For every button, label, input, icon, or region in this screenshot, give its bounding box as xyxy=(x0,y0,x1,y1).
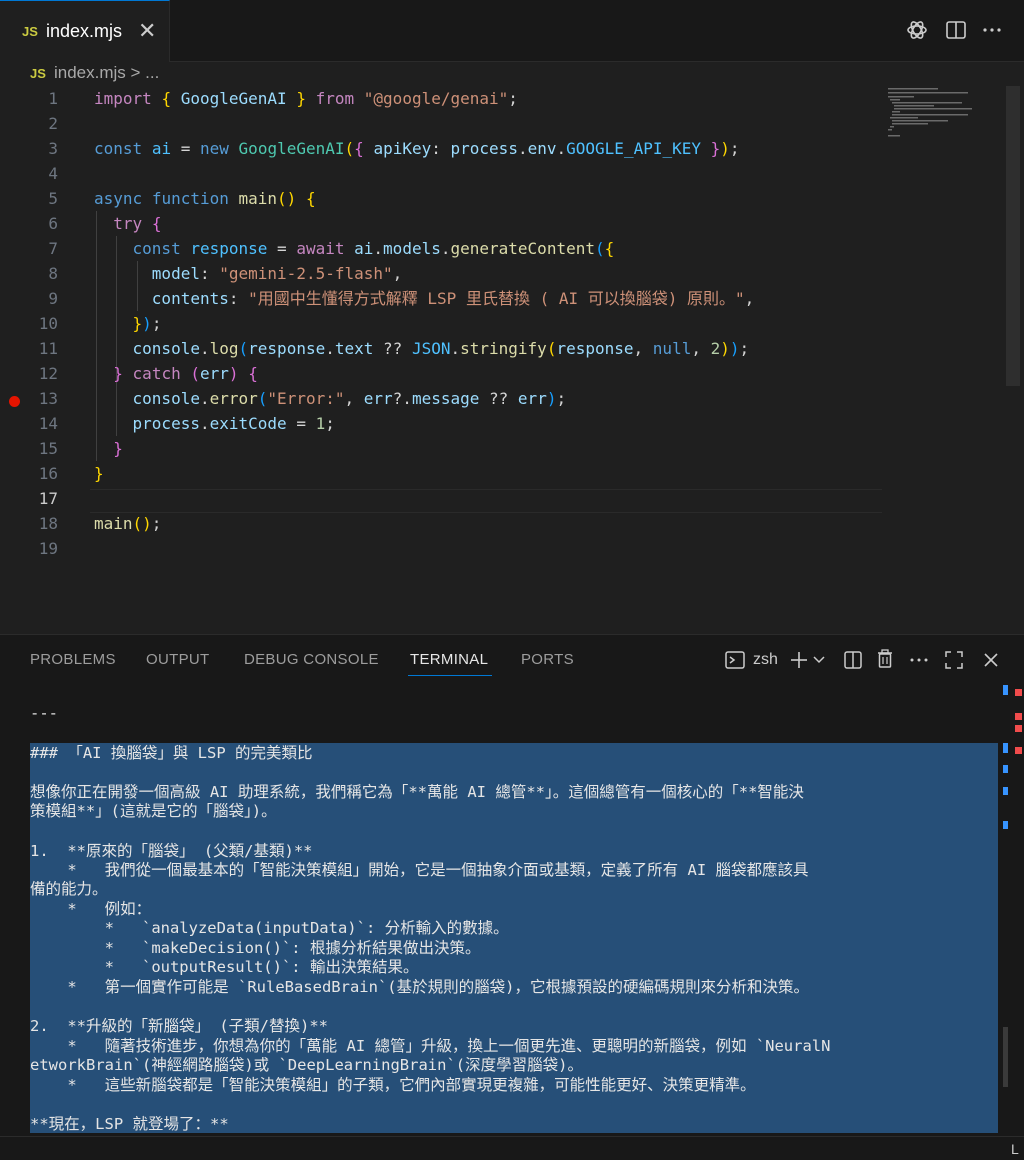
bottom-panel: PROBLEMS OUTPUT DEBUG CONSOLE TERMINAL P… xyxy=(0,634,1024,1160)
terminal-scrollbar[interactable] xyxy=(1000,681,1024,1133)
tab-debug-console[interactable]: DEBUG CONSOLE xyxy=(244,651,379,668)
close-icon[interactable]: ✕ xyxy=(138,18,156,44)
line-number: 15 xyxy=(38,439,58,458)
scroll-marker xyxy=(1003,787,1008,795)
chevron-down-icon[interactable] xyxy=(812,653,826,667)
code-editor[interactable]: 1 import { GoogleGenAI } from "@google/ge… xyxy=(0,86,1024,634)
line-number: 16 xyxy=(38,464,58,483)
tab-output[interactable]: OUTPUT xyxy=(146,651,209,668)
scroll-marker xyxy=(1003,765,1008,773)
code-line: contents: "用國中生懂得方式解釋 LSP 里氏替換 ( AI 可以換腦… xyxy=(151,289,755,308)
more-actions-icon[interactable] xyxy=(980,18,1004,42)
line-number: 9 xyxy=(48,289,58,308)
code-line: const ai = new GoogleGenAI({ apiKey: pro… xyxy=(94,139,740,158)
line-number: 10 xyxy=(38,314,58,333)
code-line: import { GoogleGenAI } from "@google/gen… xyxy=(94,89,518,108)
terminal-line: * `analyzeData(inputData)`: 分析輸入的數據。 xyxy=(30,919,509,937)
terminal-line: --- xyxy=(30,704,58,722)
split-editor-icon[interactable] xyxy=(944,18,968,42)
active-tab-indicator xyxy=(408,675,492,676)
code-line: console.error("Error:", err?.message ?? … xyxy=(132,389,567,408)
scroll-marker xyxy=(1003,685,1008,695)
close-panel-icon[interactable] xyxy=(980,649,1002,671)
line-number: 2 xyxy=(48,114,58,133)
scroll-marker xyxy=(1003,743,1008,753)
line-number: 6 xyxy=(48,214,58,233)
line-number: 1 xyxy=(48,89,58,108)
terminal-line: 1. **原來的「腦袋」 (父類/基類)** xyxy=(30,842,313,860)
terminal-icon xyxy=(725,651,745,669)
terminal-output[interactable]: --- ### 「AI 換腦袋」與 LSP 的完美類比 想像你正在開發一個高級 … xyxy=(0,699,1000,1133)
terminal-line: 想像你正在開發一個高級 AI 助理系統，我們稱它為「**萬能 AI 總管**」。… xyxy=(30,783,804,801)
line-number: 13 xyxy=(38,389,58,408)
tab-index-mjs[interactable]: JS index.mjs ✕ xyxy=(0,0,170,62)
line-number: 5 xyxy=(48,189,58,208)
editor-tab-bar: JS index.mjs ✕ xyxy=(0,0,1024,62)
code-line: } xyxy=(94,464,104,483)
js-file-icon: JS xyxy=(30,66,46,81)
line-number: 3 xyxy=(48,139,58,158)
js-file-icon: JS xyxy=(22,24,38,39)
code-line: const response = await ai.models.generat… xyxy=(132,239,615,258)
scroll-marker xyxy=(1015,747,1022,754)
line-number: 4 xyxy=(48,164,58,183)
minimap[interactable] xyxy=(886,86,1006,146)
line-number: 11 xyxy=(38,339,58,358)
tab-title: index.mjs xyxy=(46,21,123,41)
scroll-thumb[interactable] xyxy=(1003,1027,1008,1087)
openai-icon[interactable] xyxy=(905,18,929,42)
tab-ports[interactable]: PORTS xyxy=(521,651,574,668)
line-number: 17 xyxy=(38,489,58,508)
terminal-line: * `makeDecision()`: 根據分析結果做出決策。 xyxy=(30,939,481,957)
tab-terminal[interactable]: TERMINAL xyxy=(410,651,488,668)
scroll-marker xyxy=(1015,713,1022,720)
terminal-line: * 這些新腦袋都是「智能決策模組」的子類，它們內部實現更複雜，可能性能更好、決策… xyxy=(30,1076,756,1094)
terminal-line: etworkBrain`(神經網路腦袋)或 `DeepLearningBrain… xyxy=(30,1056,583,1074)
code-line: } xyxy=(113,439,123,458)
terminal-line: * 第一個實作可能是 `RuleBasedBrain`(基於規則的腦袋)，它根據… xyxy=(30,978,809,996)
terminal-line: * 我們從一個最基本的「智能決策模組」開始，它是一個抽象介面或基類，定義了所有 … xyxy=(30,861,809,879)
line-number: 19 xyxy=(38,539,58,558)
terminal-line: * `outputResult()`: 輸出決策結果。 xyxy=(30,958,419,976)
line-number: 14 xyxy=(38,414,58,433)
more-actions-icon[interactable] xyxy=(908,649,930,671)
status-indicator: L xyxy=(1011,1141,1019,1157)
shell-name[interactable]: zsh xyxy=(753,651,778,669)
tab-problems[interactable]: PROBLEMS xyxy=(30,651,116,668)
status-bar: L xyxy=(0,1136,1024,1160)
code-line: }); xyxy=(132,314,162,333)
terminal-line: **現在，LSP 就登場了：** xyxy=(30,1115,229,1133)
code-line: model: "gemini-2.5-flash", xyxy=(151,264,403,283)
line-number: 8 xyxy=(48,264,58,283)
code-line: } catch (err) { xyxy=(113,364,258,383)
code-line: try { xyxy=(113,214,162,233)
line-number: 18 xyxy=(38,514,58,533)
split-terminal-icon[interactable] xyxy=(842,649,864,671)
terminal-line: 2. **升級的「新腦袋」 (子類/替換)** xyxy=(30,1017,328,1035)
terminal-line: 策模組**」(這就是它的「腦袋」)。 xyxy=(30,802,277,820)
code-line: process.exitCode = 1; xyxy=(132,414,335,433)
breadcrumb-path[interactable]: index.mjs > ... xyxy=(54,63,159,83)
code-line: console.log(response.text ?? JSON.string… xyxy=(132,339,750,358)
new-terminal-icon[interactable] xyxy=(788,649,810,671)
editor-scrollbar[interactable] xyxy=(1006,86,1020,386)
trash-icon[interactable] xyxy=(874,648,896,670)
line-number: 12 xyxy=(38,364,58,383)
code-line: main(); xyxy=(94,514,162,533)
terminal-line: 備的能力。 xyxy=(30,880,108,898)
scroll-marker xyxy=(1003,821,1008,829)
terminal-line: * 隨著技術進步，你想為你的「萬能 AI 總管」升級，換上一個更先進、更聰明的新… xyxy=(30,1037,831,1055)
terminal-line: ### 「AI 換腦袋」與 LSP 的完美類比 xyxy=(30,744,313,762)
scroll-marker xyxy=(1015,689,1022,696)
code-line: async function main() { xyxy=(94,189,316,208)
scroll-marker xyxy=(1015,725,1022,732)
line-number: 7 xyxy=(48,239,58,258)
terminal-line: * 例如： xyxy=(30,900,152,918)
maximize-panel-icon[interactable] xyxy=(943,649,965,671)
